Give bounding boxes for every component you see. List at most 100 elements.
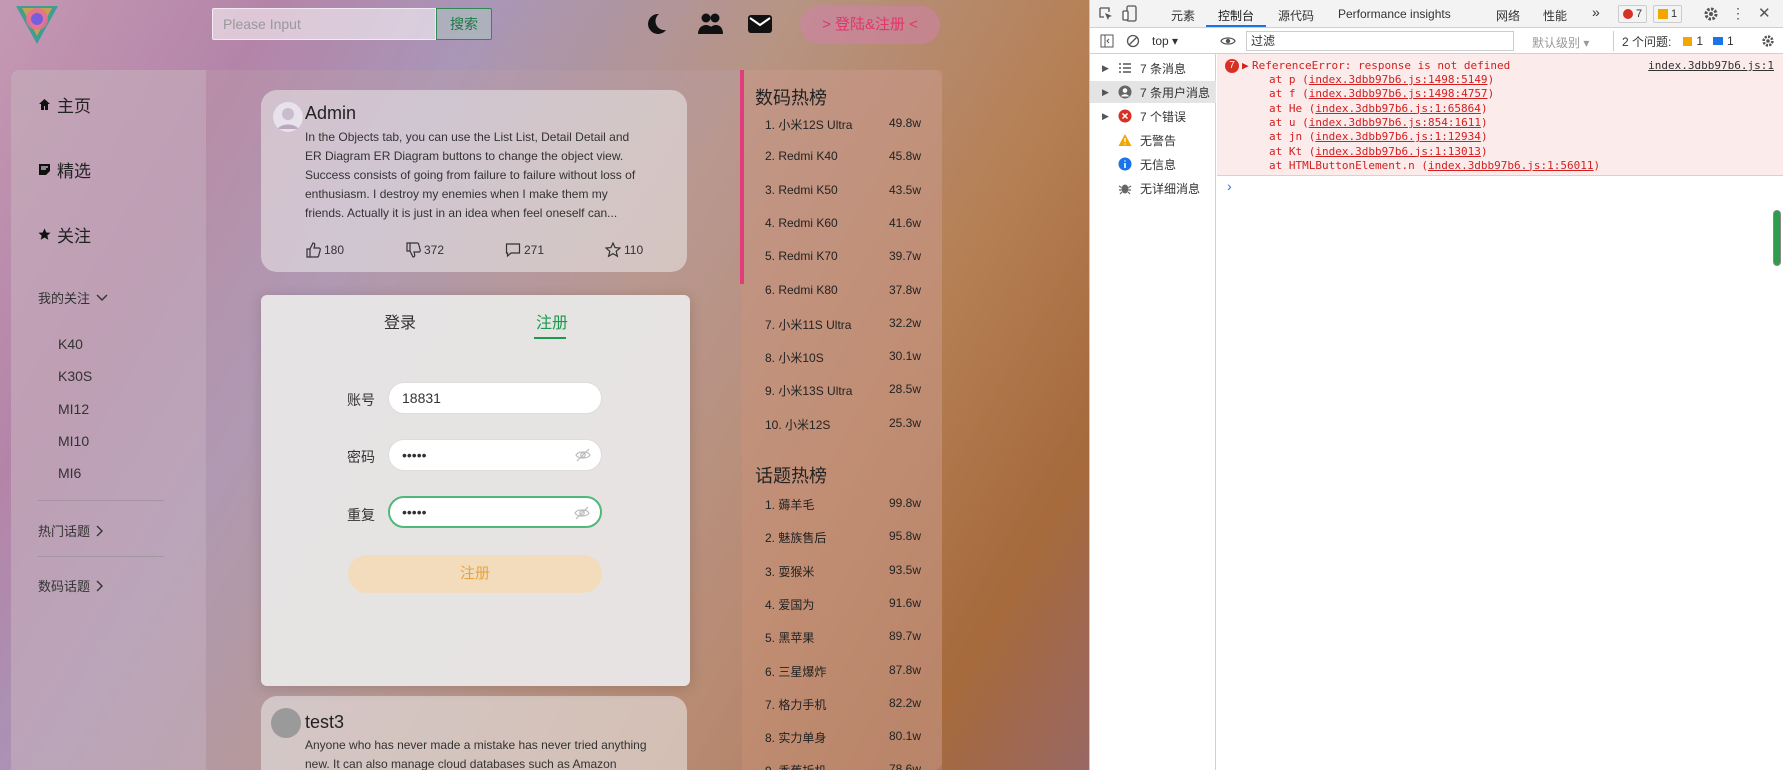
- eye-icon[interactable]: [575, 448, 591, 462]
- device-toggle-icon[interactable]: [1122, 5, 1138, 23]
- stack-link[interactable]: index.3dbb97b6.js:1:65864: [1315, 102, 1481, 115]
- stack-link[interactable]: index.3dbb97b6.js:854:1611: [1309, 116, 1481, 129]
- search-button[interactable]: 搜索: [436, 8, 492, 40]
- nav-home-label: 主页: [57, 97, 91, 116]
- topic-rank-row[interactable]: 3. 耍猴米 93.5w: [765, 563, 921, 580]
- follow-item-mi10[interactable]: MI10: [58, 433, 89, 449]
- tab-console[interactable]: 控制台: [1218, 7, 1254, 24]
- tab-performance[interactable]: 性能: [1543, 7, 1567, 24]
- close-icon[interactable]: ✕: [1758, 4, 1771, 22]
- comment-stat[interactable]: 271: [505, 242, 544, 258]
- users-icon[interactable]: [696, 10, 724, 38]
- topic-rank-row[interactable]: 5. 黑苹果 89.7w: [765, 629, 921, 646]
- my-follow-toggle[interactable]: 我的关注: [38, 288, 108, 307]
- sidebar-item-messages[interactable]: ▶ 7 条消息: [1090, 57, 1216, 79]
- error-count-badge[interactable]: 7: [1618, 5, 1648, 23]
- follow-item-k40[interactable]: K40: [58, 336, 83, 352]
- digital-rank-value: 49.8w: [888, 116, 921, 130]
- password-input[interactable]: •••••: [388, 439, 602, 471]
- like-stat[interactable]: 180: [305, 242, 344, 258]
- sidebar-item-user-messages[interactable]: ▶ 7 条用户消息: [1090, 81, 1216, 103]
- tab-login[interactable]: 登录: [384, 309, 416, 333]
- topic-rank-row[interactable]: 6. 三星爆炸 87.8w: [765, 663, 921, 680]
- eye-icon[interactable]: [574, 506, 590, 520]
- expand-arrow-icon: ▶: [1102, 62, 1109, 73]
- digital-rank-row[interactable]: 8. 小米10S 30.1w: [765, 349, 921, 366]
- stack-paren: ): [1480, 144, 1488, 158]
- console-settings-icon[interactable]: [1761, 34, 1775, 48]
- topic-rank-row[interactable]: 1. 薅羊毛 99.8w: [765, 496, 921, 513]
- post-card[interactable]: Admin In the Objects tab, you can use th…: [261, 90, 687, 272]
- context-selector[interactable]: top ▾: [1152, 34, 1178, 48]
- stack-link[interactable]: index.3dbb97b6.js:1498:4757: [1309, 87, 1488, 100]
- tab-elements[interactable]: 元素: [1171, 7, 1195, 24]
- repeat-password-input[interactable]: •••••: [388, 496, 602, 528]
- digital-rank-row[interactable]: 9. 小米13S Ultra 28.5w: [765, 382, 921, 399]
- tab-performance-insights[interactable]: Performance insights: [1338, 7, 1451, 21]
- more-tabs-icon[interactable]: »: [1592, 4, 1600, 20]
- follow-item-mi12[interactable]: MI12: [58, 401, 89, 417]
- inspect-icon[interactable]: [1098, 6, 1114, 22]
- scrollbar-thumb[interactable]: [1773, 210, 1781, 266]
- nav-following[interactable]: 关注: [38, 222, 91, 247]
- post-card[interactable]: test3 Anyone who has never made a mistak…: [261, 696, 687, 770]
- digital-rank-row[interactable]: 2. Redmi K40 45.8w: [765, 149, 921, 163]
- follow-item-k30s[interactable]: K30S: [58, 368, 92, 384]
- sidebar-item-warnings[interactable]: 无警告: [1090, 129, 1216, 151]
- digital-rank-row[interactable]: 10. 小米12S 25.3w: [765, 416, 921, 433]
- logo-icon[interactable]: [12, 2, 62, 46]
- clear-console-icon[interactable]: [1126, 34, 1140, 48]
- digital-rank-row[interactable]: 7. 小米11S Ultra 32.2w: [765, 316, 921, 333]
- stack-link[interactable]: index.3dbb97b6.js:1:13013: [1315, 145, 1481, 158]
- topic-rank-value: 78.6w: [888, 762, 921, 770]
- topic-rank-name: 4. 爱国为: [765, 597, 815, 612]
- follow-item-mi6[interactable]: MI6: [58, 465, 81, 481]
- digital-rank-row[interactable]: 1. 小米12S Ultra 49.8w: [765, 116, 921, 133]
- post-username[interactable]: test3: [305, 712, 344, 733]
- error-source-link[interactable]: index.3dbb97b6.js:1: [1648, 59, 1774, 72]
- digital-topics-link[interactable]: 数码话题: [38, 576, 104, 595]
- sidebar-item-verbose[interactable]: 无详细消息: [1090, 177, 1216, 199]
- moon-icon[interactable]: [642, 10, 670, 38]
- tab-sources[interactable]: 源代码: [1278, 7, 1314, 24]
- digital-rank-row[interactable]: 5. Redmi K70 39.7w: [765, 249, 921, 263]
- topic-rank-row[interactable]: 4. 爱国为 91.6w: [765, 596, 921, 613]
- kebab-menu-icon[interactable]: ⋮: [1731, 5, 1745, 22]
- issues-counter[interactable]: 2 个问题: 1 1: [1613, 31, 1734, 51]
- digital-rank-row[interactable]: 6. Redmi K80 37.8w: [765, 283, 921, 297]
- error-text: ReferenceError: response is not defined: [1252, 59, 1511, 72]
- error-expand-arrow[interactable]: ▶: [1242, 59, 1249, 72]
- nav-featured[interactable]: 精选: [38, 157, 91, 182]
- level-selector[interactable]: 默认级别 ▾: [1532, 34, 1589, 51]
- error-message[interactable]: 7 ▶ ReferenceError: response is not defi…: [1217, 54, 1783, 176]
- login-register-button[interactable]: > 登陆&注册 <: [800, 6, 940, 44]
- sidebar-item-info[interactable]: 无信息: [1090, 153, 1216, 175]
- topic-rank-row[interactable]: 2. 魅族售后 95.8w: [765, 529, 921, 546]
- console-prompt[interactable]: ›: [1227, 178, 1232, 194]
- topic-rank-row[interactable]: 8. 实力单身 80.1w: [765, 729, 921, 746]
- tab-register[interactable]: 注册: [536, 309, 568, 333]
- search-input[interactable]: Please Input: [212, 8, 436, 40]
- eye-icon[interactable]: [1220, 34, 1236, 48]
- favorite-stat[interactable]: 110: [605, 242, 643, 258]
- warning-count-badge[interactable]: 1: [1653, 5, 1683, 23]
- digital-rank-row[interactable]: 4. Redmi K60 41.6w: [765, 216, 921, 230]
- topic-rank-row[interactable]: 9. 香蕉拆机 78.6w: [765, 762, 921, 770]
- sidebar-item-errors[interactable]: ▶ 7 个错误: [1090, 105, 1216, 127]
- register-submit-button[interactable]: 注册: [348, 555, 602, 593]
- dislike-stat[interactable]: 372: [405, 242, 444, 258]
- stack-link[interactable]: index.3dbb97b6.js:1:56011: [1428, 159, 1594, 172]
- topic-rank-row[interactable]: 7. 格力手机 82.2w: [765, 696, 921, 713]
- gear-icon[interactable]: [1703, 6, 1719, 22]
- sidebar-toggle-icon[interactable]: [1100, 34, 1114, 48]
- digital-rank-row[interactable]: 3. Redmi K50 43.5w: [765, 183, 921, 197]
- mail-icon[interactable]: [746, 10, 774, 38]
- console-filter-input[interactable]: 过滤: [1246, 31, 1514, 51]
- post-username[interactable]: Admin: [305, 103, 356, 124]
- hot-topics-link[interactable]: 热门话题: [38, 521, 104, 540]
- nav-home[interactable]: 主页: [38, 92, 91, 117]
- stack-link[interactable]: index.3dbb97b6.js:1498:5149: [1309, 73, 1488, 86]
- tab-network[interactable]: 网络: [1496, 7, 1520, 24]
- stack-link[interactable]: index.3dbb97b6.js:1:12934: [1315, 130, 1481, 143]
- account-input[interactable]: 18831: [388, 382, 602, 414]
